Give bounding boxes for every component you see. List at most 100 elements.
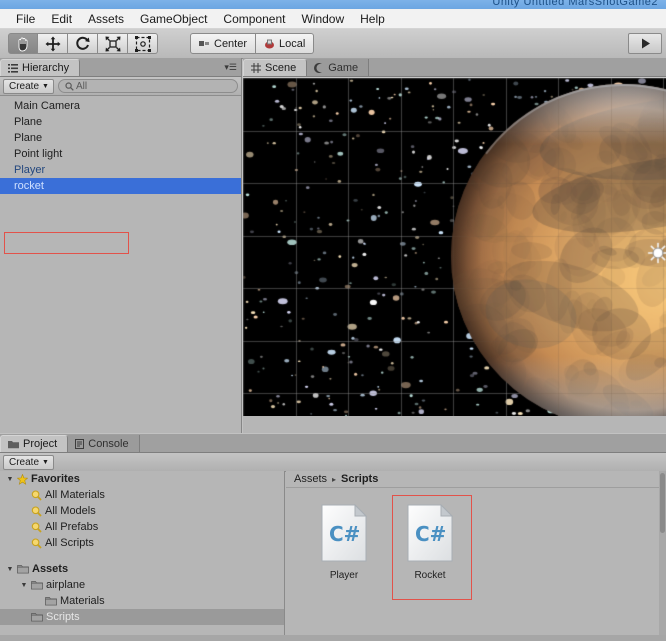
project-tree-item-all-materials[interactable]: All Materials: [0, 487, 284, 503]
hierarchy-search-input[interactable]: All: [57, 79, 238, 93]
move-tool-button[interactable]: [38, 33, 68, 54]
tab-project-label: Project: [23, 438, 58, 450]
twisty-down-icon[interactable]: ▼: [6, 566, 14, 573]
tab-game-label: Game: [328, 61, 359, 74]
status-strip: [0, 635, 666, 641]
play-icon: [641, 38, 650, 49]
hierarchy-item-player[interactable]: Player: [0, 162, 241, 178]
menu-item-assets[interactable]: Assets: [80, 10, 132, 28]
hierarchy-panel-menu-icon[interactable]: ▾☰: [224, 62, 237, 73]
pivot-mode-button[interactable]: Center: [190, 33, 257, 54]
menu-item-edit[interactable]: Edit: [43, 10, 80, 28]
tab-game[interactable]: Game: [307, 59, 370, 76]
hierarchy-create-label: Create: [9, 80, 40, 92]
project-tree-item-favorites[interactable]: ▼ Favorites: [0, 471, 284, 487]
search-icon: [31, 505, 42, 517]
folder-icon: [31, 612, 43, 622]
twisty-down-icon[interactable]: ▼: [6, 476, 14, 483]
tab-scene[interactable]: Scene: [243, 59, 308, 76]
hand-icon: [15, 36, 31, 52]
hierarchy-item-label: Main Camera: [14, 100, 81, 112]
tab-scene-label: Scene: [265, 62, 297, 74]
hierarchy-list: Main Camera Plane Plane Point light Player ro…: [0, 96, 241, 194]
rotate-icon: [75, 36, 91, 52]
project-tree-item-scripts[interactable]: Scripts: [0, 609, 284, 625]
pivot-center-icon: [199, 41, 209, 46]
asset-item-label: Rocket: [414, 570, 446, 581]
hierarchy-item-label: rocket: [14, 180, 44, 192]
csharp-script-icon: C#: [407, 503, 454, 565]
hierarchy-item-rocket[interactable]: rocket: [0, 178, 241, 194]
asset-scrollbar[interactable]: [659, 471, 666, 641]
tab-console-label: Console: [88, 437, 129, 450]
chevron-right-icon: ▸: [332, 474, 337, 484]
scale-icon: [105, 36, 121, 52]
rotation-mode-button[interactable]: Local: [256, 33, 315, 54]
breadcrumb-current: Scripts: [341, 473, 379, 485]
folder-icon: [45, 596, 57, 606]
menu-item-gameobject[interactable]: GameObject: [132, 10, 215, 28]
scale-tool-button[interactable]: [98, 33, 128, 54]
unity-editor-window: Unity Untitled MarsShotGame2 File Edit Ass…: [0, 0, 666, 641]
scene-tab-row: Scene Game: [243, 58, 666, 77]
hierarchy-create-button[interactable]: Create ▼: [3, 78, 54, 94]
tab-hierarchy-label: Hierarchy: [22, 62, 70, 74]
gamepad-icon: [314, 62, 323, 73]
project-create-button[interactable]: Create ▼: [3, 454, 54, 470]
asset-item-player[interactable]: C# Player: [312, 503, 376, 581]
rotate-tool-button[interactable]: [68, 33, 98, 54]
twisty-down-icon[interactable]: ▼: [20, 582, 28, 589]
tab-console[interactable]: Console: [68, 435, 140, 452]
play-button[interactable]: [628, 33, 662, 54]
window-title: Unity Untitled MarsShotGame2: [492, 0, 658, 8]
star-icon: [17, 473, 28, 485]
hierarchy-tab-row: Hierarchy ▾☰: [0, 58, 241, 77]
project-tree-item-airplane[interactable]: ▼ airplane: [0, 577, 284, 593]
search-icon: [31, 521, 42, 533]
svg-text:C#: C#: [329, 522, 360, 546]
hierarchy-item-label: Plane: [14, 132, 43, 144]
project-tree-item-all-prefabs[interactable]: All Prefabs: [0, 519, 284, 535]
playback-controls: [628, 33, 662, 54]
folder-icon: [8, 440, 19, 448]
chevron-down-icon: ▼: [42, 458, 49, 466]
project-tree-item-label: Scripts: [46, 611, 80, 623]
project-tree-item-materials[interactable]: Materials: [0, 593, 284, 609]
chevron-down-icon: ▼: [42, 82, 49, 90]
menu-bar: File Edit Assets GameObject Component Window H…: [0, 9, 666, 29]
hierarchy-item-plane[interactable]: Plane: [0, 114, 241, 130]
project-tree-item-label: All Scripts: [45, 537, 94, 549]
project-tree-item-all-models[interactable]: All Models: [0, 503, 284, 519]
search-icon: [65, 81, 74, 91]
hierarchy-item-label: Plane: [14, 116, 43, 128]
asset-item-rocket[interactable]: C# Rocket: [392, 495, 472, 600]
menu-item-component[interactable]: Component: [215, 10, 293, 28]
tab-hierarchy[interactable]: Hierarchy: [0, 59, 81, 76]
menu-item-help[interactable]: Help: [352, 10, 393, 28]
rotation-mode-label: Local: [279, 37, 306, 50]
tab-project[interactable]: Project: [0, 435, 69, 452]
project-panel: Project Console Create ▼ ▼ Favorites All M…: [0, 434, 666, 641]
menu-item-window[interactable]: Window: [293, 10, 352, 28]
scene-viewport[interactable]: [243, 78, 666, 416]
menu-item-file[interactable]: File: [8, 10, 43, 28]
project-tree-item-all-scripts[interactable]: All Scripts: [0, 535, 284, 551]
project-tree-spacer: [0, 551, 284, 561]
folder-icon: [17, 564, 29, 574]
hierarchy-item-point-light[interactable]: Point light: [0, 146, 241, 162]
project-tab-row: Project Console: [0, 434, 666, 453]
hierarchy-panel: Hierarchy ▾☰ Create ▼ All Main Camera Pla…: [0, 58, 242, 433]
project-tree-item-assets[interactable]: ▼ Assets: [0, 561, 284, 577]
project-tree-item-label: All Materials: [45, 489, 105, 501]
breadcrumb-root[interactable]: Assets: [294, 473, 327, 485]
scene-panel: Scene Game Textured ⇳ RGB ⇳ 2D: [243, 58, 666, 433]
project-asset-browser: Assets ▸ Scripts C# Player C# Rocket: [286, 471, 666, 641]
hand-tool-button[interactable]: [8, 33, 38, 54]
asset-grid: C# Player C# Rocket: [286, 488, 666, 600]
project-create-label: Create: [9, 456, 40, 468]
hierarchy-item-main-camera[interactable]: Main Camera: [0, 98, 241, 114]
hierarchy-item-plane[interactable]: Plane: [0, 130, 241, 146]
search-icon: [31, 489, 42, 501]
asset-scrollbar-thumb[interactable]: [660, 473, 665, 533]
rect-tool-button[interactable]: [128, 33, 158, 54]
